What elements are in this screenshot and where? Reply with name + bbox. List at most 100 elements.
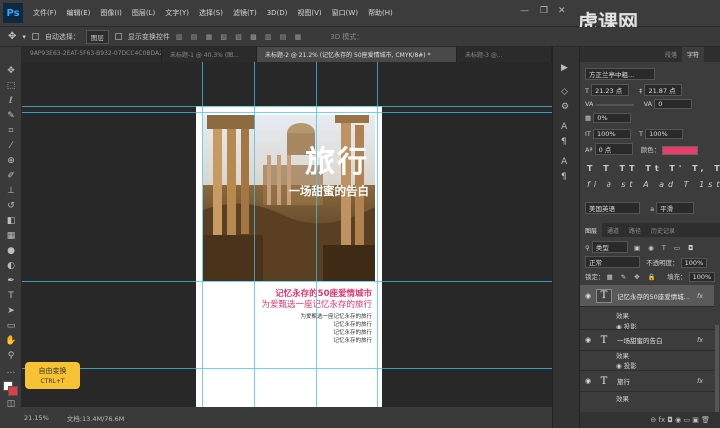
tab-history[interactable]: 历史记录	[646, 223, 680, 237]
rectangle-tool-icon[interactable]: ▭	[4, 320, 18, 332]
tab-document-1[interactable]: 9AP93E63-2EAT-5F63-B932-07DCC4C0BDA2.jpg	[22, 47, 162, 62]
tab-paragraph[interactable]: 段落	[660, 47, 682, 62]
menu-select[interactable]: 选择(S)	[194, 8, 228, 18]
pen-tool-icon[interactable]: ✒	[4, 275, 18, 287]
tab-document-4[interactable]: 未标题-3 @...	[457, 47, 552, 62]
tab-paths[interactable]: 路径	[624, 223, 646, 237]
zoom-tool-icon[interactable]: ⚲	[4, 350, 18, 362]
hand-tool-icon[interactable]: ✋	[4, 335, 18, 347]
dodge-tool-icon[interactable]: ◐	[4, 260, 18, 272]
menu-type[interactable]: 文字(Y)	[160, 8, 194, 18]
eye-icon[interactable]: ◉	[580, 377, 596, 385]
layer-row[interactable]: ◉ T 记忆永存的50座爱情城... fx	[580, 285, 714, 307]
menu-layer[interactable]: 图层(L)	[127, 8, 160, 18]
history-brush-icon[interactable]: ↺	[4, 200, 18, 212]
font-family-select[interactable]: 方正兰亭中粗...	[585, 68, 655, 80]
menu-filter[interactable]: 滤镜(T)	[228, 8, 262, 18]
auto-select-dropdown[interactable]: 图层	[85, 29, 109, 44]
guide-vertical[interactable]	[377, 62, 378, 407]
quick-select-icon[interactable]: ✎	[4, 110, 18, 122]
eraser-tool-icon[interactable]: ◧	[4, 215, 18, 227]
guide-horizontal[interactable]	[22, 368, 552, 369]
background-color-swatch[interactable]	[8, 386, 18, 396]
guide-horizontal[interactable]	[22, 281, 552, 282]
auto-select-checkbox[interactable]	[31, 33, 39, 40]
tsume-field[interactable]: 0%	[593, 113, 632, 123]
align-icons[interactable]: ▥ ▤ ▦ ▧ ▨ ▩ ▥ ▤ ▦	[176, 33, 304, 41]
guide-vertical[interactable]	[316, 62, 317, 407]
paragraph-panel-icon[interactable]: ¶	[561, 137, 567, 147]
menu-view[interactable]: 视图(V)	[292, 8, 326, 18]
layer-row[interactable]: ◉ T 旅行 fx	[580, 370, 714, 392]
tab-document-3[interactable]: 未标题-2 @ 21.2% (记忆永存的 50座爱情城市, CMYK/8#) *	[257, 47, 457, 62]
horizontal-scale-field[interactable]: 100%	[645, 129, 684, 139]
language-select[interactable]: 美国英语	[585, 202, 640, 214]
menu-edit[interactable]: 编辑(E)	[62, 8, 96, 18]
baseline-field[interactable]: 0 点	[594, 143, 633, 155]
tool-preset-chevron-icon[interactable]: ▾	[22, 33, 26, 41]
opacity-field[interactable]: 100%	[680, 258, 708, 268]
healing-brush-icon[interactable]: ⊕	[4, 155, 18, 167]
history-panel-icon[interactable]: ▶	[561, 63, 568, 73]
guide-vertical[interactable]	[202, 62, 203, 407]
tab-layers[interactable]: 图层	[580, 223, 603, 237]
antialias-select[interactable]: 平滑	[656, 202, 695, 214]
properties-panel-icon[interactable]: ◇	[561, 87, 568, 97]
type-tool-icon[interactable]: T	[4, 290, 18, 302]
eyedropper-icon[interactable]: ⁄	[4, 140, 18, 152]
type-style-buttons[interactable]: T T TT Tt T' T, T T	[587, 164, 720, 173]
layers-scrollbar[interactable]	[715, 325, 719, 420]
move-tool-icon[interactable]: ✥	[8, 31, 16, 42]
tab-character[interactable]: 字符	[682, 47, 705, 62]
document-canvas[interactable]: 旅行 一场甜蜜的告白 记忆永存的50座爱情城市 为爱甄选一座记忆永存的旅行 为爱…	[22, 62, 552, 407]
eye-icon[interactable]: ◉	[580, 292, 596, 300]
fx-icon[interactable]: fx	[697, 377, 703, 385]
fx-icon[interactable]: fx	[697, 292, 703, 300]
show-transform-checkbox[interactable]	[114, 33, 122, 40]
more-tools-icon[interactable]: …	[4, 365, 18, 377]
menu-help[interactable]: 帮助(H)	[363, 8, 398, 18]
fx-icon[interactable]: fx	[697, 336, 703, 344]
adjust-panel-icon[interactable]: ⚙	[561, 102, 569, 112]
minimize-button[interactable]: —	[520, 6, 529, 16]
menu-file[interactable]: 文件(F)	[28, 8, 62, 18]
font-size-field[interactable]: 21.23 点	[591, 84, 630, 96]
layer-effect-drop-shadow[interactable]: ◉ 投影	[616, 360, 637, 370]
layer-action-icons[interactable]: ⊖ fx ◘ ◉ ▭ ▣ 🗑	[650, 416, 710, 424]
tab-document-2[interactable]: 未标题-1 @ 40.3% (图...	[162, 47, 257, 62]
path-select-icon[interactable]: ➤	[4, 305, 18, 317]
vertical-scale-field[interactable]: 100%	[592, 129, 631, 139]
guide-horizontal[interactable]	[22, 112, 552, 113]
menu-window[interactable]: 窗口(W)	[327, 8, 363, 18]
opentype-buttons[interactable]: fi ∂ st A ad T 1st ½	[587, 180, 720, 189]
effect-eye-icon[interactable]: ◉	[616, 362, 622, 370]
filter-type-icons[interactable]: ▣ ◉ T ▭ ◘	[634, 244, 696, 252]
menu-3d[interactable]: 3D(D)	[262, 9, 293, 17]
lasso-tool-icon[interactable]: ℓ	[4, 95, 18, 107]
glyph-panel-icon[interactable]: ¶	[561, 172, 567, 182]
layer-filter-select[interactable]: 类型	[591, 241, 628, 253]
crop-tool-icon[interactable]: ⌗	[4, 125, 18, 137]
blend-mode-select[interactable]: 正常	[585, 256, 640, 268]
leading-field[interactable]: 21.87 点	[644, 84, 683, 96]
gradient-tool-icon[interactable]: ▦	[4, 230, 18, 242]
clone-stamp-icon[interactable]: ⊥	[4, 185, 18, 197]
text-color-swatch[interactable]	[662, 145, 699, 155]
guide-vertical[interactable]	[254, 62, 255, 407]
styles-panel-icon[interactable]: A	[561, 157, 567, 167]
eye-icon[interactable]: ◉	[580, 336, 596, 344]
layer-row[interactable]: ◉ T 一场甜蜜的告白 fx	[580, 329, 714, 351]
menu-image[interactable]: 图像(I)	[95, 8, 127, 18]
kerning-field[interactable]	[595, 104, 634, 106]
guide-horizontal[interactable]	[22, 106, 552, 107]
blur-tool-icon[interactable]: ●	[4, 245, 18, 257]
tab-channels[interactable]: 通道	[602, 223, 624, 237]
fill-field[interactable]: 100%	[688, 272, 716, 282]
tracking-field[interactable]: 0	[654, 99, 693, 109]
character-panel-icon[interactable]: A	[561, 122, 567, 132]
move-tool-icon[interactable]: ✥	[4, 65, 18, 77]
restore-button[interactable]: ❐	[540, 6, 548, 16]
zoom-level[interactable]: 21.15%	[24, 414, 49, 422]
lock-icons[interactable]: ▦ ✎ ✥ 🔒	[607, 273, 659, 281]
marquee-tool-icon[interactable]: ⬚	[4, 80, 18, 92]
